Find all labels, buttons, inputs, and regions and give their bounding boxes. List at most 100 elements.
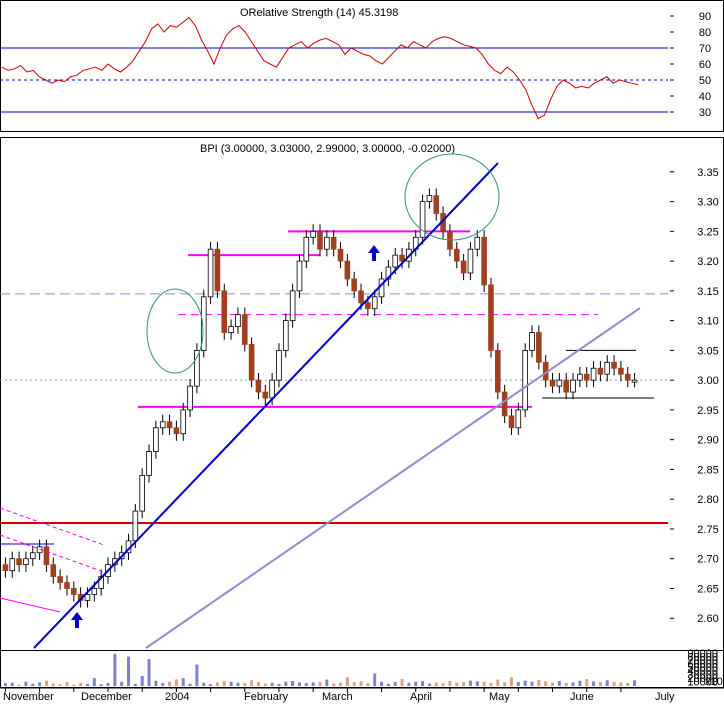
up-candle xyxy=(84,594,91,601)
volume-bar xyxy=(407,682,411,686)
down-candle xyxy=(248,344,255,381)
volume-bar xyxy=(229,681,233,686)
up-candle xyxy=(303,236,310,262)
price-tick-label: 2.85 xyxy=(697,464,718,476)
down-candle xyxy=(495,349,501,393)
volume-bar xyxy=(462,682,466,686)
x-label-may: May xyxy=(489,691,510,703)
up-candle xyxy=(139,474,145,512)
up-candle xyxy=(146,451,152,476)
up-candle xyxy=(467,248,474,274)
price-tick-label: 3.35 xyxy=(697,167,718,179)
down-candle xyxy=(365,302,371,310)
down-candle xyxy=(262,391,269,399)
volume-bar xyxy=(304,683,308,686)
volume-tick-label: 90000 xyxy=(687,648,718,660)
price-title: BPI (3.00000, 3.03000, 2.99000, 3.00000,… xyxy=(200,143,455,155)
rsi-tick-label-90: 90 xyxy=(699,11,711,23)
volume-bar xyxy=(10,682,14,686)
up-candle xyxy=(23,558,29,566)
up-candle xyxy=(29,552,36,560)
volume-bar xyxy=(441,683,445,686)
rsi-tick-label-70: 70 xyxy=(699,43,711,55)
up-candle xyxy=(604,361,611,375)
up-candle xyxy=(132,510,139,542)
price-tick-label: 3.25 xyxy=(697,226,718,238)
up-candle xyxy=(187,385,193,411)
volume-bar xyxy=(44,680,48,686)
up-candle xyxy=(577,373,583,381)
volume-bar xyxy=(475,681,479,686)
up-candle xyxy=(9,558,16,572)
volume-bar xyxy=(113,653,117,686)
down-candle xyxy=(221,290,228,333)
volume-bar xyxy=(619,682,623,686)
up-candle xyxy=(180,409,187,435)
volume-bar xyxy=(284,681,288,686)
price-tick-label: 3.30 xyxy=(697,197,718,209)
volume-bar xyxy=(633,680,637,686)
volume-bar xyxy=(195,664,199,686)
down-candle xyxy=(358,290,364,304)
up-candle xyxy=(529,332,535,351)
volume-bar xyxy=(106,683,110,686)
volume-bar xyxy=(168,681,172,686)
price-tick-label: 2.70 xyxy=(697,554,718,566)
volume-bar xyxy=(400,678,404,686)
up-candle xyxy=(91,588,98,595)
volume-bar xyxy=(24,681,28,686)
volume-bar xyxy=(147,659,151,686)
volume-bar xyxy=(263,683,267,686)
volume-bar xyxy=(58,684,62,686)
down-candle xyxy=(43,546,50,566)
volume-bar xyxy=(3,683,7,686)
volume-bar xyxy=(489,682,493,686)
volume-bar xyxy=(318,681,322,686)
price-tick-label: 2.75 xyxy=(697,524,718,536)
down-candle xyxy=(597,367,604,375)
volume-bar xyxy=(578,680,582,686)
price-tick-label: 3.05 xyxy=(697,345,718,357)
up-candle xyxy=(570,379,576,393)
price-tick-label: 2.90 xyxy=(697,435,718,447)
down-candle xyxy=(330,236,337,250)
up-candle xyxy=(324,236,330,250)
volume-bar xyxy=(557,680,561,686)
volume-bar xyxy=(414,681,418,686)
volume-bar xyxy=(127,656,131,686)
down-candle xyxy=(536,332,542,363)
price-tick-label: 3.15 xyxy=(697,286,718,298)
down-candle xyxy=(549,379,556,387)
down-candle xyxy=(453,248,460,262)
down-candle xyxy=(337,248,344,262)
x-label-february: February xyxy=(244,691,289,703)
volume-bar xyxy=(188,683,192,686)
down-candle xyxy=(351,278,357,292)
volume-bar xyxy=(85,683,89,686)
volume-bar xyxy=(99,684,103,686)
volume-bar xyxy=(339,682,343,686)
down-candle xyxy=(241,314,248,345)
up-candle xyxy=(296,260,303,292)
down-candle xyxy=(173,427,180,435)
volume-bar xyxy=(564,682,568,686)
down-candle xyxy=(255,379,262,393)
up-candle xyxy=(426,195,433,202)
down-candle xyxy=(618,367,624,375)
volume-bar xyxy=(359,681,363,686)
volume-bar xyxy=(17,684,21,686)
volume-bar xyxy=(345,677,349,686)
up-candle xyxy=(159,421,166,429)
rsi-tick-label-80: 80 xyxy=(699,27,711,39)
volume-bar xyxy=(202,682,206,686)
volume-bar xyxy=(154,680,158,686)
price-tick-label: 3.10 xyxy=(697,316,718,328)
x-label-april: April xyxy=(410,691,432,703)
volume-bar xyxy=(222,680,226,686)
rsi-title: ORelative Strength (14) 45.3198 xyxy=(240,7,398,19)
volume-bar xyxy=(496,679,500,686)
volume-bar xyxy=(277,683,281,686)
up-candle xyxy=(228,326,234,333)
volume-bar xyxy=(530,681,534,686)
down-candle xyxy=(317,230,323,250)
